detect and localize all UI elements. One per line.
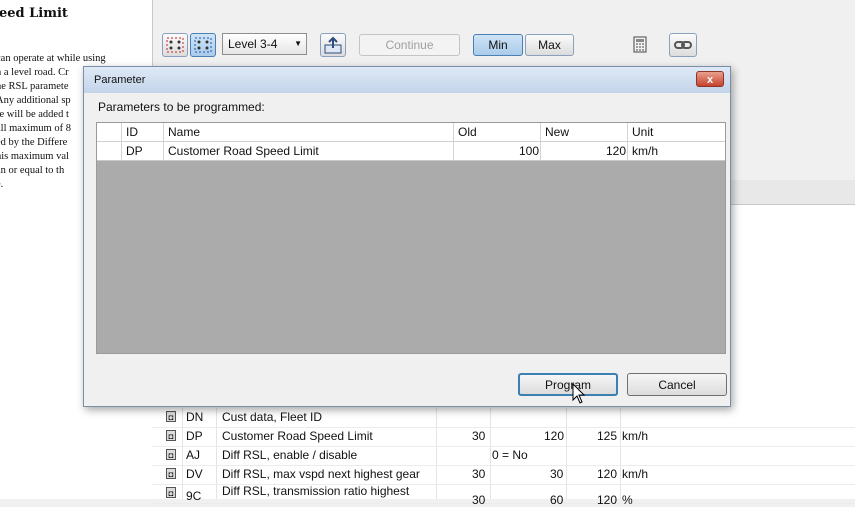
max-button[interactable]: Max (525, 34, 574, 56)
chevron-down-icon: ▼ (294, 39, 302, 48)
column-unit[interactable]: Unit (632, 125, 653, 139)
table-row[interactable]: ◘ AJ Diff RSL, enable / disable 0 = No (152, 446, 855, 466)
dialog-title: Parameter (94, 74, 146, 86)
row-unit: km/h (632, 144, 659, 158)
cancel-button[interactable]: Cancel (627, 373, 727, 396)
row-icon: ◘ (166, 487, 176, 498)
row-max: 125 (597, 429, 618, 443)
row-old: 100 (519, 144, 540, 158)
table-row[interactable]: ◘ DP Customer Road Speed Limit 30 120 12… (152, 427, 855, 447)
row-value: 30 (550, 467, 564, 481)
help-title: eed Limit (0, 6, 68, 21)
row-icon: ◘ (166, 411, 176, 422)
column-old[interactable]: Old (458, 125, 477, 139)
parameter-dialog: Parameter x Parameters to be programmed:… (83, 66, 731, 407)
column-name[interactable]: Name (168, 125, 200, 139)
row-unit: km/h (622, 429, 649, 443)
link-icon (674, 41, 692, 49)
grid-header: ID Name Old New Unit (97, 123, 725, 142)
grid-toggle-button-1[interactable] (162, 33, 188, 57)
column-new[interactable]: New (545, 125, 569, 139)
min-button[interactable]: Min (473, 34, 523, 56)
row-value: 60 (550, 493, 564, 507)
row-id: 9C (186, 489, 202, 503)
table-row[interactable]: ◘ DN Cust data, Fleet ID (152, 408, 855, 428)
program-button[interactable]: Program (518, 373, 618, 396)
row-new: 120 (606, 144, 627, 158)
grid-icon (194, 37, 212, 53)
row-name: Diff RSL, transmission ratio highest (222, 484, 410, 498)
grid-icon (166, 37, 184, 53)
row-icon: ◘ (166, 449, 176, 460)
row-old: 30 (472, 493, 486, 507)
mouse-cursor-icon (572, 383, 586, 404)
row-max: 120 (597, 493, 618, 507)
row-icon: ◘ (166, 430, 176, 441)
upload-icon (324, 36, 342, 54)
row-old: 30 (472, 429, 486, 443)
parameter-grid: ID Name Old New Unit DP Customer Road Sp… (96, 122, 726, 354)
row-id: AJ (186, 448, 201, 462)
calculator-icon (633, 36, 647, 53)
row-id: DV (186, 467, 203, 481)
row-value: 120 (544, 429, 565, 443)
level-select[interactable]: Level 3-4 ▼ (222, 33, 307, 55)
row-name: Customer Road Speed Limit (168, 144, 319, 158)
dialog-label: Parameters to be programmed: (98, 100, 265, 114)
row-max: 120 (597, 467, 618, 481)
grid-toggle-button-2[interactable] (190, 33, 216, 57)
row-name: Customer Road Speed Limit (222, 429, 373, 443)
upload-button[interactable] (320, 33, 346, 57)
help-line: can operate at while using (0, 53, 106, 64)
table-row[interactable]: DP Customer Road Speed Limit 100 120 km/… (97, 142, 725, 161)
row-id: DP (186, 429, 203, 443)
row-icon: ◘ (166, 468, 176, 479)
row-unit: km/h (622, 467, 649, 481)
calculator-button[interactable] (629, 34, 651, 56)
column-id[interactable]: ID (126, 125, 138, 139)
row-old: 30 (472, 467, 486, 481)
row-id: DN (186, 410, 204, 424)
row-name: Diff RSL, enable / disable (222, 448, 358, 462)
row-name: Diff RSL, max vspd next highest gear (222, 467, 420, 481)
table-row[interactable]: ◘ 9C Diff RSL, transmission ratio highes… (152, 484, 855, 507)
row-id: DP (126, 144, 143, 158)
dialog-titlebar[interactable]: Parameter x (84, 67, 730, 93)
continue-button[interactable]: Continue (359, 34, 460, 56)
level-select-value: Level 3-4 (228, 37, 278, 51)
table-row[interactable]: ◘ DV Diff RSL, max vspd next highest gea… (152, 465, 855, 485)
row-min: 0 = No (492, 448, 528, 462)
row-name: Cust data, Fleet ID (222, 410, 323, 424)
close-icon[interactable]: x (696, 71, 724, 87)
row-unit: % (622, 493, 633, 507)
link-button[interactable] (669, 33, 697, 57)
